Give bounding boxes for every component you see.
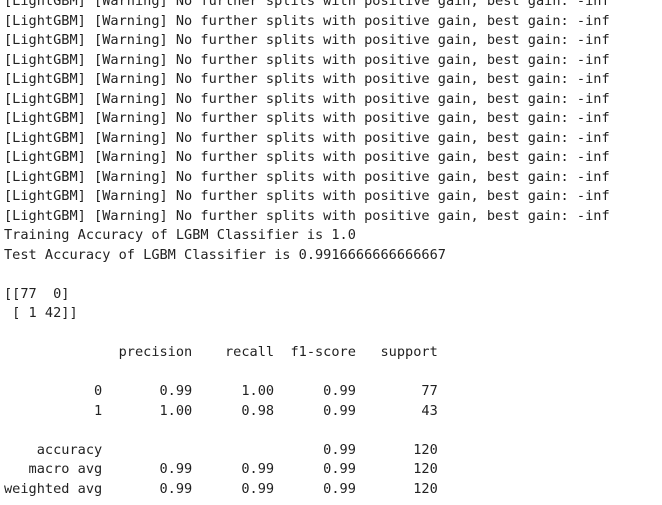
test-accuracy-line: Test Accuracy of LGBM Classifier is 0.99… bbox=[4, 246, 446, 263]
log-line-warning: [LightGBM] [Warning] No further splits w… bbox=[4, 207, 610, 224]
report-row-macro-avg: macro avg 0.99 0.99 0.99 120 bbox=[4, 461, 438, 477]
training-accuracy-line: Training Accuracy of LGBM Classifier is … bbox=[4, 227, 356, 243]
log-line-warning: [LightGBM] [Warning] No further splits w… bbox=[4, 110, 610, 126]
log-line-warning: [LightGBM] [Warning] No further splits w… bbox=[4, 129, 610, 146]
report-row-accuracy: accuracy 0.99 120 bbox=[4, 441, 438, 458]
report-row-class-1: 1 1.00 0.98 0.99 43 bbox=[4, 402, 438, 419]
report-header-row: precision recall f1-score support bbox=[4, 344, 438, 360]
log-line-warning: [LightGBM] [Warning] No further splits w… bbox=[4, 51, 610, 68]
report-row-weighted-avg: weighted avg 0.99 0.99 0.99 120 bbox=[4, 480, 438, 497]
cell-output: [LightGBM] [Warning] No further splits w… bbox=[4, 0, 660, 499]
log-line-warning: [LightGBM] [Warning] No further splits w… bbox=[4, 12, 610, 29]
log-line-warning: [LightGBM] [Warning] No further splits w… bbox=[4, 90, 610, 107]
confusion-matrix-row-1: [[77 0] bbox=[4, 285, 70, 302]
confusion-matrix-row-2: [ 1 42]] bbox=[4, 305, 78, 321]
log-line-warning: [LightGBM] [Warning] No further splits w… bbox=[4, 168, 610, 185]
log-line-warning: [LightGBM] [Warning] No further splits w… bbox=[4, 188, 610, 204]
log-line-warning: [LightGBM] [Warning] No further splits w… bbox=[4, 71, 610, 87]
report-row-class-0: 0 0.99 1.00 0.99 77 bbox=[4, 383, 438, 399]
log-line-warning: [LightGBM] [Warning] No further splits w… bbox=[4, 32, 610, 48]
log-line-warning: [LightGBM] [Warning] No further splits w… bbox=[4, 0, 610, 9]
log-line-warning: [LightGBM] [Warning] No further splits w… bbox=[4, 149, 610, 165]
